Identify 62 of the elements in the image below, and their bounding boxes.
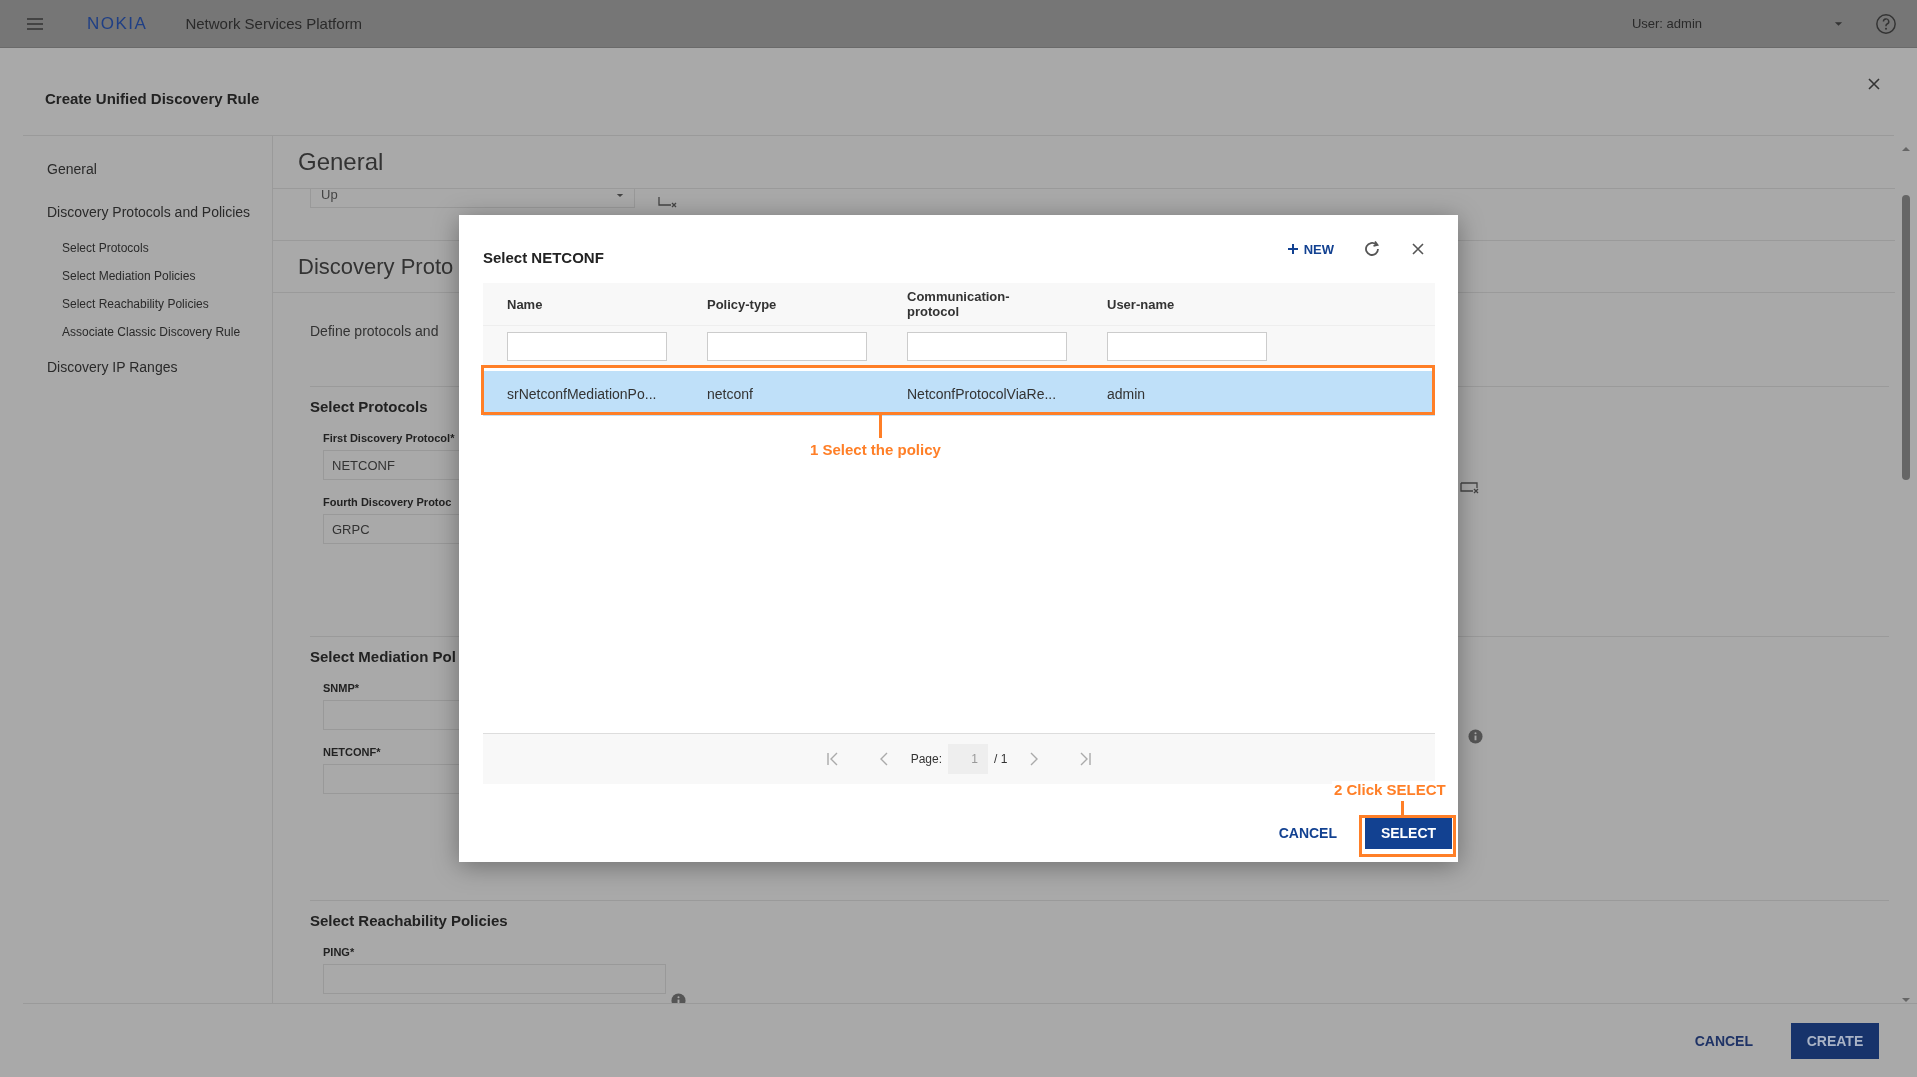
close-icon[interactable] bbox=[1868, 78, 1880, 90]
callout-label: 2 Click SELECT bbox=[1332, 781, 1448, 798]
column-header[interactable]: User-name bbox=[1107, 296, 1257, 312]
field-label: PING* bbox=[323, 946, 355, 958]
close-icon[interactable] bbox=[1412, 243, 1424, 255]
column-header[interactable]: Policy-type bbox=[707, 296, 857, 312]
table-cell: netconf bbox=[707, 385, 753, 402]
section-heading: General bbox=[298, 148, 384, 176]
table-cell: NetconfProtocolViaRe... bbox=[907, 385, 1057, 402]
field-label: NETCONF* bbox=[323, 746, 381, 758]
filter-field[interactable] bbox=[907, 331, 1067, 361]
state-dropdown[interactable]: Up bbox=[310, 189, 635, 208]
dialog-title: Select NETCONF bbox=[483, 248, 604, 266]
first-page-icon[interactable] bbox=[826, 752, 839, 766]
nav-item[interactable]: Discovery Protocols and Policies bbox=[47, 197, 251, 227]
panel-title: Create Unified Discovery Rule bbox=[45, 89, 260, 107]
last-page-icon[interactable] bbox=[1079, 752, 1092, 766]
refresh-icon[interactable] bbox=[1362, 239, 1382, 259]
table-row[interactable]: srNetconfMediationPo... netconf NetconfProtocolViaRe... admin bbox=[483, 371, 1435, 416]
section-heading: Discovery Proto bbox=[298, 253, 454, 280]
field-label: First Discovery Protocol* bbox=[323, 432, 455, 444]
field-label: SNMP* bbox=[323, 682, 360, 694]
nav-subitem[interactable]: Associate Classic Discovery Rule bbox=[47, 318, 241, 346]
nav-subitem[interactable]: Select Reachability Policies bbox=[47, 290, 209, 318]
nav-subitem[interactable]: Select Mediation Policies bbox=[47, 262, 196, 290]
new-button[interactable]: NEW bbox=[1285, 237, 1336, 261]
scroll-down-icon[interactable] bbox=[1901, 997, 1911, 1003]
select-button[interactable]: SELECT bbox=[1365, 817, 1452, 849]
field-label: Fourth Discovery Protoc bbox=[323, 496, 452, 508]
group-title: Select Mediation Pol bbox=[310, 648, 456, 665]
create-button[interactable]: CREATE bbox=[1791, 1022, 1879, 1059]
filter-field[interactable] bbox=[1107, 331, 1267, 361]
menu-icon[interactable] bbox=[27, 17, 43, 30]
cancel-button[interactable]: CANCEL bbox=[1680, 1024, 1767, 1057]
nav-item[interactable]: General bbox=[47, 154, 97, 184]
app-title: Network Services Platform bbox=[185, 15, 363, 32]
leader-line bbox=[879, 415, 882, 438]
clear-field-icon[interactable] bbox=[1459, 482, 1481, 496]
user-menu[interactable]: User: admin bbox=[1631, 16, 1702, 31]
help-icon[interactable] bbox=[1875, 12, 1897, 35]
cancel-button[interactable]: CANCEL bbox=[1270, 817, 1345, 849]
info-icon[interactable] bbox=[1468, 729, 1483, 744]
clear-field-icon[interactable] bbox=[658, 196, 678, 210]
column-header[interactable]: Name bbox=[507, 296, 657, 312]
scroll-up-icon[interactable] bbox=[1901, 146, 1911, 152]
filter-field[interactable] bbox=[507, 331, 667, 361]
group-title: Select Protocols bbox=[310, 398, 428, 415]
page-total: / 1 bbox=[994, 752, 1008, 766]
table-cell: srNetconfMediationPo... bbox=[507, 385, 657, 402]
scrollbar-thumb[interactable] bbox=[1902, 195, 1910, 480]
group-title: Select Reachability Policies bbox=[310, 912, 508, 929]
caret-icon[interactable] bbox=[1834, 20, 1843, 27]
callout-label: 1 Select the policy bbox=[810, 441, 941, 458]
nav-item[interactable]: Discovery IP Ranges bbox=[47, 352, 178, 382]
page-label: Page: bbox=[910, 752, 942, 766]
logo: NOKIA bbox=[87, 13, 148, 34]
plus-icon bbox=[1287, 244, 1298, 254]
table-cell: admin bbox=[1107, 385, 1146, 402]
column-header[interactable]: Communication-protocol bbox=[907, 289, 1057, 319]
filter-field[interactable] bbox=[707, 331, 867, 361]
caret-icon bbox=[616, 193, 624, 198]
nav-subitem[interactable]: Select Protocols bbox=[47, 234, 149, 262]
